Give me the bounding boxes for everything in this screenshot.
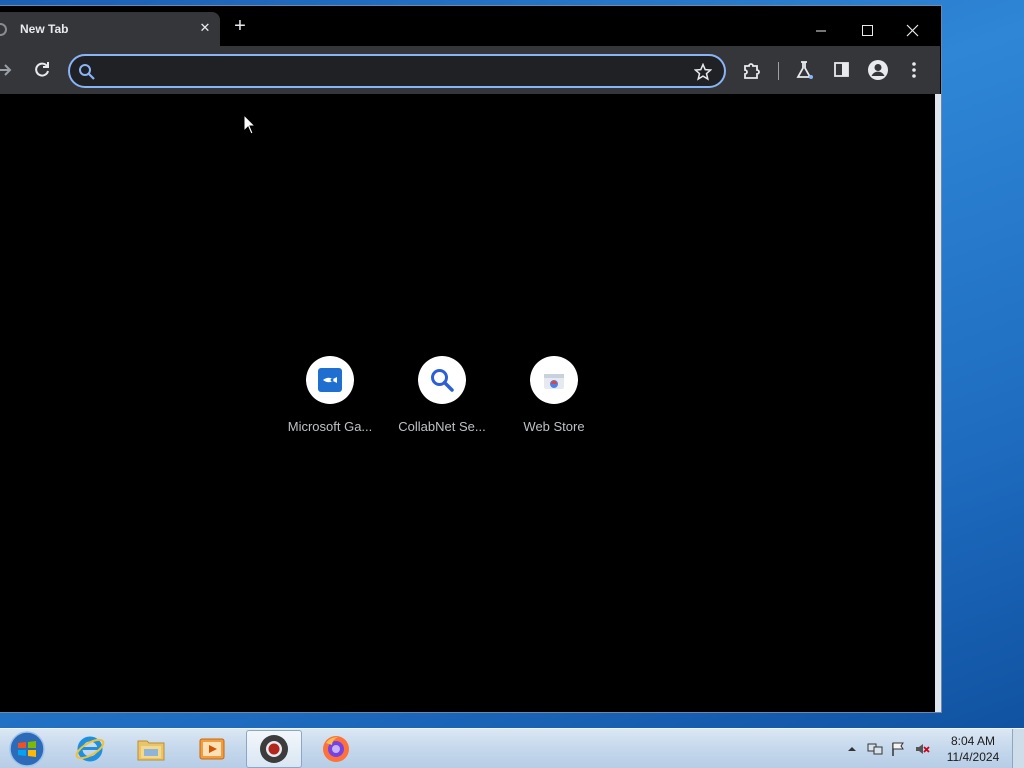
shortcut-label: Microsoft Ga... bbox=[287, 419, 373, 434]
kebab-menu-icon bbox=[912, 62, 916, 78]
shortcut-web-store[interactable]: Web Store bbox=[498, 356, 610, 446]
new-tab-page: Microsoft Ga... CollabNet Se... Web Stor… bbox=[0, 94, 940, 712]
shortcut-microsoft-game[interactable]: Microsoft Ga... bbox=[274, 356, 386, 446]
shortcut-label: CollabNet Se... bbox=[398, 419, 486, 434]
taskbar: 8:04 AM 11/4/2024 bbox=[0, 728, 1024, 768]
action-center-tray-icon[interactable] bbox=[890, 741, 906, 757]
forward-button[interactable] bbox=[0, 58, 20, 82]
toolbar bbox=[0, 46, 940, 94]
chrome-icon bbox=[260, 735, 288, 763]
taskbar-media-player[interactable] bbox=[184, 730, 240, 768]
shortcut-collabnet[interactable]: CollabNet Se... bbox=[386, 356, 498, 446]
flask-icon bbox=[796, 61, 813, 79]
windows-start-orb-icon bbox=[9, 731, 45, 767]
profile-avatar-icon bbox=[868, 60, 888, 80]
browser-window: New Tab ✕ + Microsoft Ga... CollabNet Se… bbox=[0, 5, 942, 713]
tab-close-icon[interactable]: ✕ bbox=[196, 19, 214, 37]
clock-date: 11/4/2024 bbox=[946, 750, 1000, 764]
shortcut-tile bbox=[530, 356, 578, 404]
bookmark-star-icon[interactable] bbox=[694, 63, 712, 81]
maximize-icon bbox=[862, 25, 873, 36]
chevron-up-icon bbox=[848, 747, 856, 751]
internet-explorer-icon bbox=[75, 736, 105, 762]
close-icon bbox=[906, 24, 919, 37]
shortcut-label: Web Store bbox=[523, 419, 585, 434]
toolbar-separator bbox=[778, 62, 779, 80]
taskbar-internet-explorer[interactable] bbox=[62, 730, 118, 768]
new-tab-button[interactable]: + bbox=[229, 16, 251, 38]
web-store-icon bbox=[544, 374, 564, 389]
labs-button[interactable] bbox=[793, 58, 817, 82]
media-player-icon bbox=[199, 738, 225, 760]
address-input[interactable] bbox=[102, 60, 682, 82]
system-clock[interactable]: 8:04 AM 11/4/2024 bbox=[936, 733, 1010, 765]
title-bar: New Tab ✕ + bbox=[0, 6, 940, 46]
shortcut-tile bbox=[306, 356, 354, 404]
profile-button[interactable] bbox=[866, 58, 890, 82]
taskbar-chrome[interactable] bbox=[246, 730, 302, 768]
flag-icon bbox=[892, 742, 904, 756]
forward-arrow-icon bbox=[0, 64, 12, 76]
clock-time: 8:04 AM bbox=[950, 734, 996, 748]
taskbar-file-explorer[interactable] bbox=[123, 730, 179, 768]
folder-icon bbox=[137, 740, 165, 761]
extensions-button[interactable] bbox=[740, 58, 764, 82]
globe-icon bbox=[0, 23, 7, 36]
show-hidden-icons-button[interactable] bbox=[844, 741, 860, 757]
network-tray-icon[interactable] bbox=[867, 741, 883, 757]
network-icon bbox=[867, 743, 883, 755]
tab-title: New Tab bbox=[20, 22, 69, 36]
reload-icon bbox=[35, 62, 49, 77]
window-border-right bbox=[935, 94, 941, 712]
taskbar-firefox[interactable] bbox=[308, 730, 364, 768]
search-icon bbox=[79, 64, 95, 80]
mouse-cursor-icon bbox=[243, 114, 257, 135]
reload-button[interactable] bbox=[30, 58, 54, 82]
puzzle-piece-icon bbox=[744, 63, 760, 79]
minimize-icon bbox=[816, 30, 826, 32]
show-desktop-button[interactable] bbox=[1012, 729, 1024, 768]
tab-new-tab[interactable]: New Tab ✕ bbox=[0, 12, 220, 46]
microsoft-game-icon bbox=[318, 368, 342, 392]
menu-button[interactable] bbox=[902, 58, 926, 82]
minimize-button[interactable] bbox=[800, 11, 844, 41]
speaker-muted-icon bbox=[916, 744, 930, 754]
start-button[interactable] bbox=[7, 730, 47, 768]
address-bar[interactable] bbox=[68, 54, 726, 88]
side-panel-icon bbox=[834, 62, 849, 77]
side-panel-button[interactable] bbox=[830, 58, 854, 82]
firefox-icon bbox=[323, 736, 349, 762]
maximize-button[interactable] bbox=[845, 11, 889, 41]
close-button[interactable] bbox=[890, 11, 934, 41]
volume-tray-icon[interactable] bbox=[914, 741, 930, 757]
search-icon bbox=[431, 369, 454, 392]
shortcut-tile bbox=[418, 356, 466, 404]
